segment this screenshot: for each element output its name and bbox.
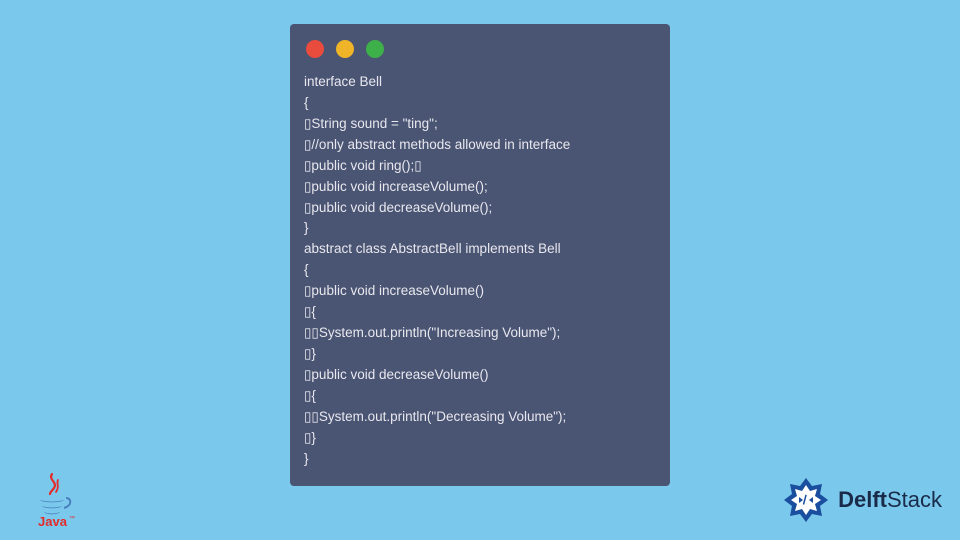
delftstack-icon bbox=[780, 474, 832, 526]
brand-name: DelftStack bbox=[838, 487, 942, 513]
brand-logo: DelftStack bbox=[780, 474, 942, 526]
window-controls bbox=[304, 34, 656, 72]
java-label: Java bbox=[38, 514, 68, 528]
java-logo-icon: Java ™ bbox=[28, 470, 76, 528]
minimize-dot-icon bbox=[336, 40, 354, 58]
code-content: interface Bell { ▯String sound = "ting";… bbox=[304, 72, 656, 470]
svg-text:™: ™ bbox=[69, 515, 75, 522]
code-window: interface Bell { ▯String sound = "ting";… bbox=[290, 24, 670, 486]
close-dot-icon bbox=[306, 40, 324, 58]
maximize-dot-icon bbox=[366, 40, 384, 58]
